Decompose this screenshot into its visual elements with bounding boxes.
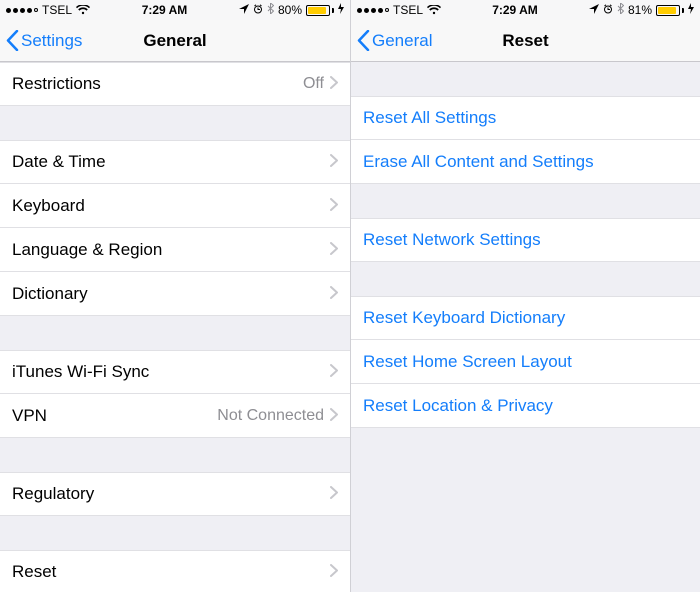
row-reset-location-privacy[interactable]: Reset Location & Privacy xyxy=(351,384,700,428)
status-bar: TSEL 7:29 AM 80% xyxy=(0,0,350,20)
row-keyboard[interactable]: Keyboard xyxy=(0,184,350,228)
wifi-icon xyxy=(427,5,441,15)
reset-settings-pane: TSEL 7:29 AM 81% xyxy=(350,0,700,592)
alarm-icon xyxy=(603,3,613,17)
row-label: Language & Region xyxy=(12,240,330,260)
chevron-right-icon xyxy=(330,196,338,216)
status-time: 7:29 AM xyxy=(142,3,188,17)
nav-bar: General Reset xyxy=(351,20,700,62)
wifi-icon xyxy=(76,5,90,15)
carrier-label: TSEL xyxy=(42,3,72,17)
chevron-right-icon xyxy=(330,284,338,304)
chevron-left-icon xyxy=(357,30,370,51)
battery-icon xyxy=(656,5,684,16)
nav-bar: Settings General xyxy=(0,20,350,62)
row-label: Dictionary xyxy=(12,284,330,304)
row-label: Reset xyxy=(12,562,330,582)
chevron-right-icon xyxy=(330,362,338,382)
chevron-right-icon xyxy=(330,74,338,94)
battery-icon xyxy=(306,5,334,16)
row-label: VPN xyxy=(12,406,217,426)
row-label: Reset Home Screen Layout xyxy=(363,352,688,372)
carrier-label: TSEL xyxy=(393,3,423,17)
row-regulatory[interactable]: Regulatory xyxy=(0,472,350,516)
chevron-right-icon xyxy=(330,406,338,426)
row-date-time[interactable]: Date & Time xyxy=(0,140,350,184)
row-vpn[interactable]: VPN Not Connected xyxy=(0,394,350,438)
chevron-right-icon xyxy=(330,240,338,260)
charging-icon xyxy=(338,3,344,17)
row-value: Not Connected xyxy=(217,407,324,425)
location-icon xyxy=(589,3,599,17)
chevron-right-icon xyxy=(330,484,338,504)
row-label: Restrictions xyxy=(12,74,303,94)
row-label: Keyboard xyxy=(12,196,330,216)
row-reset-home-screen-layout[interactable]: Reset Home Screen Layout xyxy=(351,340,700,384)
row-reset-all-settings[interactable]: Reset All Settings xyxy=(351,96,700,140)
back-button[interactable]: Settings xyxy=(6,30,82,51)
signal-strength-icon xyxy=(357,8,389,13)
charging-icon xyxy=(688,3,694,17)
status-time: 7:29 AM xyxy=(492,3,538,17)
row-restrictions[interactable]: Restrictions Off xyxy=(0,62,350,106)
chevron-right-icon xyxy=(330,562,338,582)
chevron-right-icon xyxy=(330,152,338,172)
back-label: Settings xyxy=(21,31,82,51)
row-label: Reset Location & Privacy xyxy=(363,396,688,416)
back-button[interactable]: General xyxy=(357,30,432,51)
row-label: Date & Time xyxy=(12,152,330,172)
battery-percent: 81% xyxy=(628,3,652,17)
row-label: Reset Network Settings xyxy=(363,230,688,250)
status-bar: TSEL 7:29 AM 81% xyxy=(351,0,700,20)
back-label: General xyxy=(372,31,432,51)
signal-strength-icon xyxy=(6,8,38,13)
row-label: iTunes Wi-Fi Sync xyxy=(12,362,330,382)
row-erase-all-content[interactable]: Erase All Content and Settings xyxy=(351,140,700,184)
row-reset-network-settings[interactable]: Reset Network Settings xyxy=(351,218,700,262)
row-dictionary[interactable]: Dictionary xyxy=(0,272,350,316)
row-label: Erase All Content and Settings xyxy=(363,152,688,172)
row-reset[interactable]: Reset xyxy=(0,550,350,592)
row-label: Regulatory xyxy=(12,484,330,504)
row-language-region[interactable]: Language & Region xyxy=(0,228,350,272)
location-icon xyxy=(239,3,249,17)
alarm-icon xyxy=(253,3,263,17)
general-settings-pane: TSEL 7:29 AM 80% xyxy=(0,0,350,592)
bluetooth-icon xyxy=(617,3,624,17)
bluetooth-icon xyxy=(267,3,274,17)
row-value: Off xyxy=(303,75,324,93)
row-reset-keyboard-dictionary[interactable]: Reset Keyboard Dictionary xyxy=(351,296,700,340)
row-label: Reset Keyboard Dictionary xyxy=(363,308,688,328)
row-itunes-wifi-sync[interactable]: iTunes Wi-Fi Sync xyxy=(0,350,350,394)
row-label: Reset All Settings xyxy=(363,108,688,128)
chevron-left-icon xyxy=(6,30,19,51)
battery-percent: 80% xyxy=(278,3,302,17)
